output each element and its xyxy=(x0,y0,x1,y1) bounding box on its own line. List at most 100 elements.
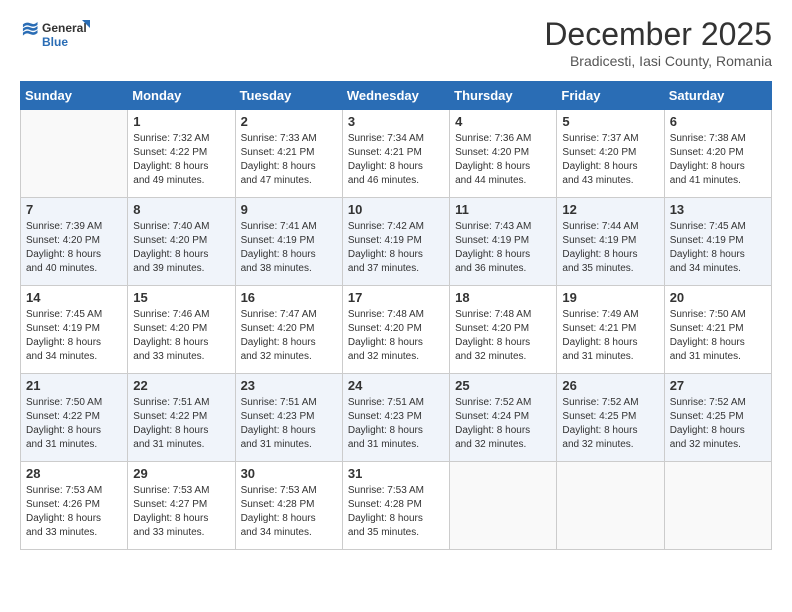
day-info: Sunrise: 7:46 AM Sunset: 4:20 PM Dayligh… xyxy=(133,308,229,364)
calendar-cell: 21Sunrise: 7:50 AM Sunset: 4:22 PM Dayli… xyxy=(21,374,128,462)
day-number: 23 xyxy=(241,378,337,393)
month-title: December 2025 xyxy=(544,16,772,53)
day-info: Sunrise: 7:49 AM Sunset: 4:21 PM Dayligh… xyxy=(562,308,658,364)
logo: General Blue ≋ xyxy=(20,16,90,56)
day-number: 3 xyxy=(348,114,444,129)
calendar-cell: 9Sunrise: 7:41 AM Sunset: 4:19 PM Daylig… xyxy=(235,198,342,286)
day-info: Sunrise: 7:50 AM Sunset: 4:21 PM Dayligh… xyxy=(670,308,766,364)
calendar-cell xyxy=(21,110,128,198)
calendar-cell: 14 Sunrise: 7:45 AM Sunset: 4:19 PM Dayli… xyxy=(21,286,128,374)
day-info: Sunrise: 7:32 AM Sunset: 4:22 PM Dayligh… xyxy=(133,132,229,188)
day-info: Sunrise: 7:48 AM Sunset: 4:20 PM Dayligh… xyxy=(348,308,444,364)
day-of-week-header: Thursday xyxy=(450,82,557,110)
calendar-week-row: 28Sunrise: 7:53 AM Sunset: 4:26 PM Dayli… xyxy=(21,462,772,550)
svg-text:≋: ≋ xyxy=(21,16,39,41)
calendar-cell xyxy=(557,462,664,550)
calendar-cell: 6 Sunrise: 7:38 AM Sunset: 4:20 PM Daylig… xyxy=(664,110,771,198)
day-number: 30 xyxy=(241,466,337,481)
day-number: 14 xyxy=(26,290,122,305)
day-number: 6 xyxy=(670,114,766,129)
day-info: Sunrise: 7:52 AM Sunset: 4:24 PM Dayligh… xyxy=(455,396,551,452)
calendar-week-row: 21Sunrise: 7:50 AM Sunset: 4:22 PM Dayli… xyxy=(21,374,772,462)
calendar-cell: 5 Sunrise: 7:37 AM Sunset: 4:20 PM Daylig… xyxy=(557,110,664,198)
day-number: 19 xyxy=(562,290,658,305)
calendar-cell: 31Sunrise: 7:53 AM Sunset: 4:28 PM Dayli… xyxy=(342,462,449,550)
day-info: Sunrise: 7:50 AM Sunset: 4:22 PM Dayligh… xyxy=(26,396,122,452)
day-number: 16 xyxy=(241,290,337,305)
calendar-cell: 24Sunrise: 7:51 AM Sunset: 4:23 PM Dayli… xyxy=(342,374,449,462)
calendar-cell: 2 Sunrise: 7:33 AM Sunset: 4:21 PM Daylig… xyxy=(235,110,342,198)
day-number: 12 xyxy=(562,202,658,217)
calendar-cell: 28Sunrise: 7:53 AM Sunset: 4:26 PM Dayli… xyxy=(21,462,128,550)
day-info: Sunrise: 7:53 AM Sunset: 4:28 PM Dayligh… xyxy=(241,484,337,540)
calendar-cell: 4 Sunrise: 7:36 AM Sunset: 4:20 PM Daylig… xyxy=(450,110,557,198)
day-info: Sunrise: 7:53 AM Sunset: 4:27 PM Dayligh… xyxy=(133,484,229,540)
day-info: Sunrise: 7:37 AM Sunset: 4:20 PM Dayligh… xyxy=(562,132,658,188)
calendar-cell: 16 Sunrise: 7:47 AM Sunset: 4:20 PM Dayli… xyxy=(235,286,342,374)
calendar-cell xyxy=(450,462,557,550)
day-info: Sunrise: 7:33 AM Sunset: 4:21 PM Dayligh… xyxy=(241,132,337,188)
day-number: 7 xyxy=(26,202,122,217)
day-number: 20 xyxy=(670,290,766,305)
page-header: General Blue ≋ December 2025 Bradicesti,… xyxy=(20,16,772,69)
day-number: 4 xyxy=(455,114,551,129)
day-number: 28 xyxy=(26,466,122,481)
calendar-cell: 12 Sunrise: 7:44 AM Sunset: 4:19 PM Dayli… xyxy=(557,198,664,286)
day-info: Sunrise: 7:42 AM Sunset: 4:19 PM Dayligh… xyxy=(348,220,444,276)
calendar-cell: 27 Sunrise: 7:52 AM Sunset: 4:25 PM Dayli… xyxy=(664,374,771,462)
generalblue-logo: General Blue ≋ xyxy=(20,16,90,56)
calendar-cell: 17 Sunrise: 7:48 AM Sunset: 4:20 PM Dayli… xyxy=(342,286,449,374)
day-info: Sunrise: 7:43 AM Sunset: 4:19 PM Dayligh… xyxy=(455,220,551,276)
day-number: 9 xyxy=(241,202,337,217)
calendar-week-row: 7 Sunrise: 7:39 AM Sunset: 4:20 PM Daylig… xyxy=(21,198,772,286)
calendar-cell: 13Sunrise: 7:45 AM Sunset: 4:19 PM Dayli… xyxy=(664,198,771,286)
day-info: Sunrise: 7:51 AM Sunset: 4:22 PM Dayligh… xyxy=(133,396,229,452)
calendar-week-row: 14 Sunrise: 7:45 AM Sunset: 4:19 PM Dayli… xyxy=(21,286,772,374)
calendar-cell: 15Sunrise: 7:46 AM Sunset: 4:20 PM Dayli… xyxy=(128,286,235,374)
day-info: Sunrise: 7:52 AM Sunset: 4:25 PM Dayligh… xyxy=(670,396,766,452)
day-number: 2 xyxy=(241,114,337,129)
day-info: Sunrise: 7:51 AM Sunset: 4:23 PM Dayligh… xyxy=(241,396,337,452)
calendar-cell: 30 Sunrise: 7:53 AM Sunset: 4:28 PM Dayli… xyxy=(235,462,342,550)
day-info: Sunrise: 7:52 AM Sunset: 4:25 PM Dayligh… xyxy=(562,396,658,452)
day-number: 13 xyxy=(670,202,766,217)
day-of-week-header: Wednesday xyxy=(342,82,449,110)
day-info: Sunrise: 7:44 AM Sunset: 4:19 PM Dayligh… xyxy=(562,220,658,276)
calendar-cell xyxy=(664,462,771,550)
calendar-cell: 25 Sunrise: 7:52 AM Sunset: 4:24 PM Dayli… xyxy=(450,374,557,462)
calendar-cell: 7 Sunrise: 7:39 AM Sunset: 4:20 PM Daylig… xyxy=(21,198,128,286)
day-number: 29 xyxy=(133,466,229,481)
day-info: Sunrise: 7:36 AM Sunset: 4:20 PM Dayligh… xyxy=(455,132,551,188)
calendar-cell: 22 Sunrise: 7:51 AM Sunset: 4:22 PM Dayli… xyxy=(128,374,235,462)
calendar-cell: 3Sunrise: 7:34 AM Sunset: 4:21 PM Daylig… xyxy=(342,110,449,198)
calendar-cell: 26Sunrise: 7:52 AM Sunset: 4:25 PM Dayli… xyxy=(557,374,664,462)
day-number: 8 xyxy=(133,202,229,217)
calendar-cell: 19 Sunrise: 7:49 AM Sunset: 4:21 PM Dayli… xyxy=(557,286,664,374)
day-number: 5 xyxy=(562,114,658,129)
day-number: 24 xyxy=(348,378,444,393)
day-of-week-header: Tuesday xyxy=(235,82,342,110)
day-number: 31 xyxy=(348,466,444,481)
calendar-header-row: SundayMondayTuesdayWednesdayThursdayFrid… xyxy=(21,82,772,110)
day-number: 27 xyxy=(670,378,766,393)
calendar-cell: 8Sunrise: 7:40 AM Sunset: 4:20 PM Daylig… xyxy=(128,198,235,286)
day-info: Sunrise: 7:38 AM Sunset: 4:20 PM Dayligh… xyxy=(670,132,766,188)
day-of-week-header: Sunday xyxy=(21,82,128,110)
day-number: 17 xyxy=(348,290,444,305)
calendar-cell: 10 Sunrise: 7:42 AM Sunset: 4:19 PM Dayli… xyxy=(342,198,449,286)
day-of-week-header: Saturday xyxy=(664,82,771,110)
calendar-cell: 20 Sunrise: 7:50 AM Sunset: 4:21 PM Dayli… xyxy=(664,286,771,374)
day-number: 1 xyxy=(133,114,229,129)
day-info: Sunrise: 7:45 AM Sunset: 4:19 PM Dayligh… xyxy=(26,308,122,364)
day-number: 10 xyxy=(348,202,444,217)
day-number: 25 xyxy=(455,378,551,393)
calendar-cell: 29 Sunrise: 7:53 AM Sunset: 4:27 PM Dayli… xyxy=(128,462,235,550)
day-number: 22 xyxy=(133,378,229,393)
day-of-week-header: Friday xyxy=(557,82,664,110)
day-number: 11 xyxy=(455,202,551,217)
calendar-week-row: 1 Sunrise: 7:32 AM Sunset: 4:22 PM Daylig… xyxy=(21,110,772,198)
location-subtitle: Bradicesti, Iasi County, Romania xyxy=(544,53,772,69)
svg-text:Blue: Blue xyxy=(42,35,68,49)
day-info: Sunrise: 7:39 AM Sunset: 4:20 PM Dayligh… xyxy=(26,220,122,276)
day-info: Sunrise: 7:47 AM Sunset: 4:20 PM Dayligh… xyxy=(241,308,337,364)
